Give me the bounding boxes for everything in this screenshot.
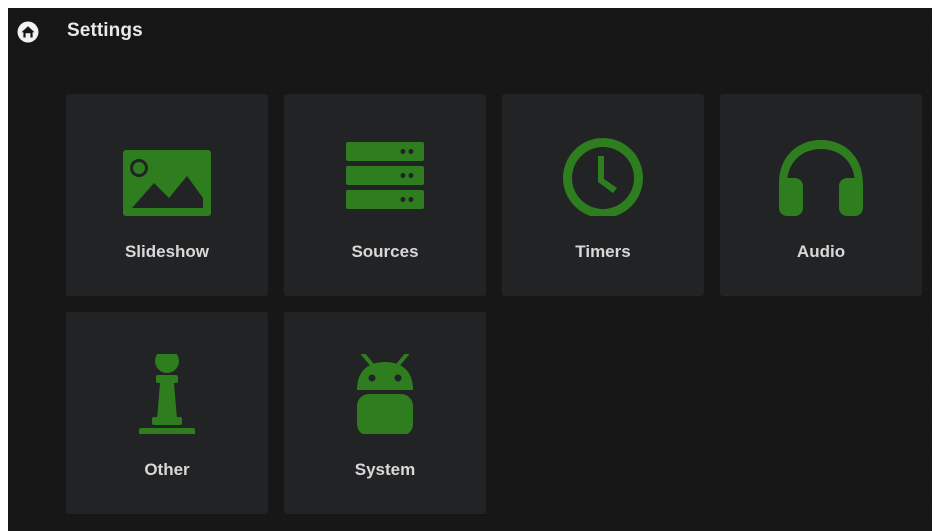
headphones-icon	[771, 136, 871, 216]
settings-screen: Settings Slideshow Sources Timers Audio …	[8, 8, 932, 531]
sources-tile[interactable]: Sources	[284, 94, 486, 296]
home-icon	[17, 21, 39, 43]
page-title: Settings	[67, 20, 143, 41]
system-tile[interactable]: System	[284, 312, 486, 514]
audio-tile[interactable]: Audio	[720, 94, 922, 296]
header-bar: Settings	[8, 8, 932, 58]
other-label: Other	[144, 460, 190, 479]
sources-label: Sources	[351, 242, 419, 261]
chess-pawn-icon	[117, 349, 217, 436]
clock-icon	[553, 136, 653, 218]
slideshow-label: Slideshow	[124, 242, 210, 261]
home-button[interactable]	[17, 21, 39, 43]
system-label: System	[354, 460, 416, 479]
android-icon	[335, 352, 435, 436]
image-icon	[117, 136, 217, 216]
timers-tile[interactable]: Timers	[502, 94, 704, 296]
server-icon	[335, 136, 435, 216]
slideshow-tile[interactable]: Slideshow	[66, 94, 268, 296]
audio-label: Audio	[796, 242, 846, 261]
timers-label: Timers	[575, 242, 631, 261]
other-tile[interactable]: Other	[66, 312, 268, 514]
